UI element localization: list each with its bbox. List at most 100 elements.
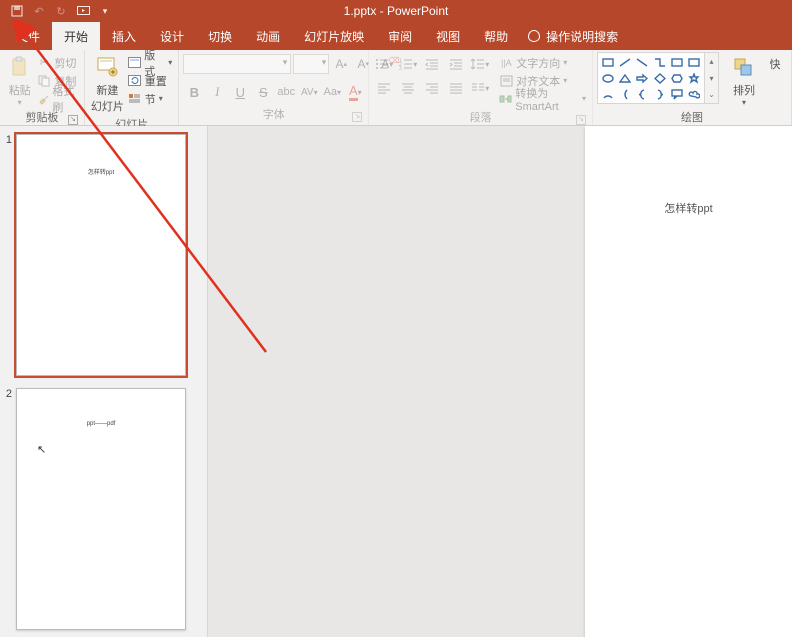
- underline-button[interactable]: U: [229, 82, 251, 102]
- change-case-button[interactable]: Aa▾: [321, 82, 343, 102]
- new-slide-button[interactable]: 新建 幻灯片: [89, 52, 126, 114]
- tell-me-search[interactable]: 操作说明搜索: [528, 22, 618, 50]
- bold-button[interactable]: B: [183, 82, 205, 102]
- shape-brace-icon[interactable]: [634, 87, 650, 102]
- redo-icon[interactable]: ↻: [50, 0, 72, 22]
- ribbon-tabs: 文件 开始 插入 设计 切换 动画 幻灯片放映 审阅 视图 帮助 操作说明搜索: [0, 22, 792, 50]
- shape-oval-icon[interactable]: [600, 71, 616, 86]
- text-direction-icon: ||A: [499, 56, 513, 70]
- gallery-up-icon[interactable]: ▴: [705, 53, 718, 70]
- group-label-font: 字体 ↘: [183, 104, 364, 125]
- shape-arrow-icon[interactable]: [634, 71, 650, 86]
- section-label: 节: [145, 91, 156, 107]
- start-from-beginning-icon[interactable]: [72, 0, 94, 22]
- current-slide[interactable]: 怎样转ppt: [585, 126, 792, 637]
- char-spacing-button[interactable]: AV▾: [298, 82, 320, 102]
- section-button[interactable]: 节▾: [126, 90, 174, 107]
- save-icon[interactable]: [6, 0, 28, 22]
- text-direction-label: 文字方向: [516, 55, 560, 71]
- shape-cloud-icon[interactable]: [686, 87, 702, 102]
- reset-label: 重置: [145, 73, 167, 89]
- numbering-button[interactable]: 123▾: [397, 54, 419, 74]
- shapes-gallery[interactable]: [597, 52, 705, 104]
- smartart-icon: [499, 92, 512, 106]
- tab-review[interactable]: 审阅: [376, 22, 424, 50]
- increase-indent-button[interactable]: [445, 54, 467, 74]
- thumbnail-row: 2 ppt——pdf ↖: [0, 388, 207, 630]
- font-family-combo[interactable]: [183, 54, 291, 74]
- shape-hex-icon[interactable]: [669, 71, 685, 86]
- dialog-launcher-icon[interactable]: ↘: [68, 115, 78, 125]
- shape-elbow-icon[interactable]: [651, 55, 667, 70]
- tab-slideshow[interactable]: 幻灯片放映: [292, 22, 376, 50]
- shape-rect2-icon[interactable]: [669, 55, 685, 70]
- shape-brace2-icon[interactable]: [651, 87, 667, 102]
- undo-icon[interactable]: ↶: [28, 0, 50, 22]
- gallery-scroll: ▴ ▾ ⌄: [705, 52, 719, 104]
- gallery-down-icon[interactable]: ▾: [705, 70, 718, 87]
- paste-label: 粘贴: [9, 82, 31, 98]
- qat-customize-icon[interactable]: ▾: [94, 0, 116, 22]
- paintbrush-icon: [37, 92, 49, 106]
- svg-text:||A: ||A: [501, 58, 512, 68]
- slide-thumbnail-2[interactable]: ppt——pdf ↖: [16, 388, 186, 630]
- increase-font-icon[interactable]: A▴: [331, 54, 351, 74]
- arrange-button[interactable]: 排列 ▾: [725, 52, 763, 107]
- gallery-more-icon[interactable]: ⌄: [705, 86, 718, 103]
- slide-thumbnail-1[interactable]: 怎样转ppt: [16, 134, 186, 376]
- shape-paren-icon[interactable]: [617, 87, 633, 102]
- quick-access-toolbar: ↶ ↻ ▾: [0, 0, 116, 22]
- workspace: 1 怎样转ppt 2 ppt——pdf ↖ 怎样转ppt: [0, 126, 792, 637]
- group-paragraph: ▾ 123▾ ▾ ▾ ||A 文字方向▾: [369, 50, 593, 125]
- tab-insert[interactable]: 插入: [100, 22, 148, 50]
- strikethrough-button[interactable]: S: [252, 82, 274, 102]
- align-text-icon: [499, 74, 513, 88]
- section-icon: [128, 92, 142, 106]
- shape-star-icon[interactable]: [686, 71, 702, 86]
- justify-button[interactable]: [445, 78, 467, 98]
- shadow-button[interactable]: abc: [275, 82, 297, 102]
- convert-smartart-button[interactable]: 转换为 SmartArt▾: [497, 90, 588, 107]
- quick-styles-button[interactable]: 快: [763, 52, 787, 72]
- columns-button[interactable]: ▾: [469, 78, 491, 98]
- tab-home[interactable]: 开始: [52, 22, 100, 50]
- align-left-button[interactable]: [373, 78, 395, 98]
- text-direction-button[interactable]: ||A 文字方向▾: [497, 54, 588, 71]
- shape-rect3-icon[interactable]: [686, 55, 702, 70]
- new-slide-label-1: 新建: [96, 82, 118, 98]
- italic-button[interactable]: I: [206, 82, 228, 102]
- quick-label: 快: [770, 56, 781, 72]
- cut-button[interactable]: ✂ 剪切: [35, 54, 80, 71]
- dialog-launcher-icon[interactable]: ↘: [352, 112, 362, 122]
- shape-rectangle-icon[interactable]: [600, 55, 616, 70]
- group-slides: 新建 幻灯片 版式▾ 重置 节▾ 幻灯片: [85, 50, 179, 125]
- format-painter-button[interactable]: 格式刷: [35, 90, 80, 107]
- tab-transitions[interactable]: 切换: [196, 22, 244, 50]
- dialog-launcher-icon[interactable]: ↘: [576, 115, 586, 125]
- align-center-button[interactable]: [397, 78, 419, 98]
- shape-line-icon[interactable]: [617, 55, 633, 70]
- font-size-combo[interactable]: [293, 54, 329, 74]
- decrease-indent-button[interactable]: [421, 54, 443, 74]
- slide-thumbnail-pane[interactable]: 1 怎样转ppt 2 ppt——pdf ↖: [0, 126, 208, 637]
- reset-button[interactable]: 重置: [126, 72, 174, 89]
- shape-arc-icon[interactable]: [600, 87, 616, 102]
- layout-button[interactable]: 版式▾: [126, 54, 174, 71]
- line-spacing-button[interactable]: ▾: [469, 54, 491, 74]
- shape-callout-icon[interactable]: [669, 87, 685, 102]
- shape-diamond-icon[interactable]: [651, 71, 667, 86]
- ribbon: 粘贴 ▾ ✂ 剪切 复制 格式刷 剪贴板 ↘: [0, 50, 792, 126]
- slide-edit-area[interactable]: 怎样转ppt: [208, 126, 792, 637]
- tab-file[interactable]: 文件: [4, 22, 52, 50]
- tab-animations[interactable]: 动画: [244, 22, 292, 50]
- shape-line2-icon[interactable]: [634, 55, 650, 70]
- tab-view[interactable]: 视图: [424, 22, 472, 50]
- shape-triangle-icon[interactable]: [617, 71, 633, 86]
- align-right-button[interactable]: [421, 78, 443, 98]
- group-label-paragraph: 段落 ↘: [373, 107, 588, 128]
- font-color-button[interactable]: A▾: [344, 82, 366, 102]
- paste-button[interactable]: 粘贴 ▾: [4, 52, 35, 107]
- bullets-button[interactable]: ▾: [373, 54, 395, 74]
- tab-help[interactable]: 帮助: [472, 22, 520, 50]
- group-label-clipboard: 剪贴板 ↘: [4, 107, 80, 128]
